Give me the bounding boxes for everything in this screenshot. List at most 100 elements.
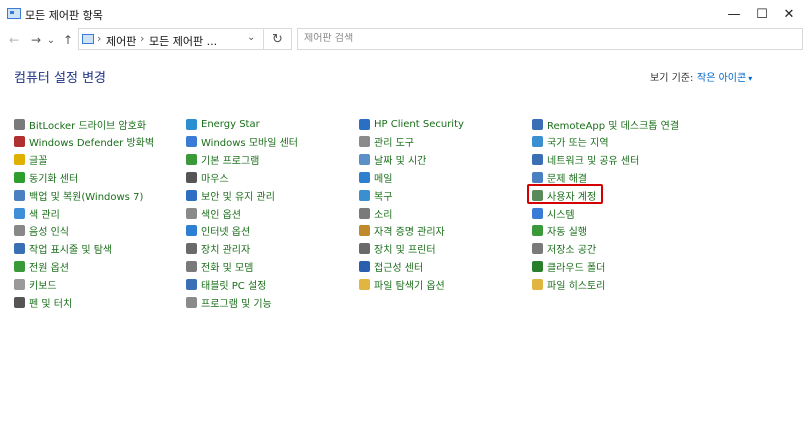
view-by-dropdown[interactable]: 작은 아이콘 ▾ xyxy=(697,69,752,84)
control-panel-item-label: 장치 및 프린터 xyxy=(374,245,436,257)
control-panel-item-label: 색인 옵션 xyxy=(201,209,241,221)
control-panel-item[interactable]: 네트워크 및 공유 센터 xyxy=(532,152,639,168)
control-panel-item[interactable]: 전화 및 모뎀 xyxy=(186,258,253,274)
power-options-icon xyxy=(14,260,25,272)
date-time-icon xyxy=(359,154,370,166)
control-panel-item[interactable]: 클라우드 폴더 xyxy=(532,258,605,274)
mobility-center-icon xyxy=(186,136,197,148)
control-panel-item[interactable]: 색인 옵션 xyxy=(186,205,241,221)
control-panel-item-label: 전원 옵션 xyxy=(29,262,69,274)
control-panel-item-label: 백업 및 복원(Windows 7) xyxy=(29,191,144,203)
view-by-value: 작은 아이콘 xyxy=(697,73,747,84)
control-panel-item[interactable]: 키보드 xyxy=(14,276,57,292)
sound-icon xyxy=(359,207,370,219)
control-panel-item-label: 접근성 센터 xyxy=(374,262,424,274)
control-panel-item[interactable]: 접근성 센터 xyxy=(359,258,423,274)
control-panel-item-label: 네트워크 및 공유 센터 xyxy=(547,156,640,168)
control-panel-item[interactable]: 시스템 xyxy=(532,205,575,221)
taskbar-icon xyxy=(14,243,25,255)
control-panel-item[interactable]: Windows 모바일 센터 xyxy=(186,134,298,150)
up-arrow-icon: ↑ xyxy=(62,33,74,47)
control-panel-item[interactable]: 장치 관리자 xyxy=(186,241,250,257)
close-button[interactable]: ✕ xyxy=(775,0,803,28)
back-button[interactable]: ← xyxy=(4,31,24,49)
control-panel-item[interactable]: 복구 xyxy=(359,187,392,203)
pen-touch-icon xyxy=(14,296,25,308)
control-panel-item[interactable]: 전원 옵션 xyxy=(14,258,69,274)
control-panel-item[interactable]: 작업 표시줄 및 탐색 xyxy=(14,241,112,257)
control-panel-item[interactable]: 자격 증명 관리자 xyxy=(359,223,445,239)
control-panel-item-label: 기본 프로그램 xyxy=(201,156,260,168)
search-box[interactable] xyxy=(297,28,803,50)
control-panel-item[interactable]: 음성 인식 xyxy=(14,223,69,239)
address-dropdown-icon[interactable]: ⌄ xyxy=(247,32,255,43)
control-panel-item[interactable]: 관리 도구 xyxy=(359,134,414,150)
address-bar: ← → ⌄ ↑ › 제어판 › 모든 제어판 ... ⌄ ↻ xyxy=(0,28,803,52)
control-panel-item[interactable]: Windows Defender 방화벽 xyxy=(14,134,154,150)
control-panel-item[interactable]: 파일 탐색기 옵션 xyxy=(359,276,445,292)
address-box[interactable]: › 제어판 › 모든 제어판 ... ⌄ xyxy=(78,28,264,50)
firewall-icon xyxy=(14,136,25,148)
ease-of-access-icon xyxy=(359,260,370,272)
control-panel-item-label: 메일 xyxy=(374,173,393,185)
control-panel-item-label: 클라우드 폴더 xyxy=(547,262,606,274)
control-panel-item[interactable]: 기본 프로그램 xyxy=(186,152,259,168)
search-input[interactable] xyxy=(304,33,784,44)
control-panel-item[interactable]: 장치 및 프린터 xyxy=(359,241,436,257)
control-panel-item-label: 파일 히스토리 xyxy=(547,280,606,292)
mail-icon xyxy=(359,171,370,183)
control-panel-item-label: 관리 도구 xyxy=(374,138,414,150)
troubleshooting-icon xyxy=(532,171,543,183)
control-panel-item[interactable]: 글꼴 xyxy=(14,152,47,168)
backup-icon xyxy=(14,189,25,201)
up-button[interactable]: ↑ xyxy=(58,31,78,49)
control-panel-item-label: 장치 관리자 xyxy=(201,245,251,257)
control-panel-item[interactable]: 마우스 xyxy=(186,169,229,185)
control-panel-item-label: 시스템 xyxy=(547,209,575,221)
control-panel-item-label: 복구 xyxy=(374,191,393,203)
control-panel-item-label: 사용자 계정 xyxy=(547,191,597,203)
control-panel-item[interactable]: 펜 및 터치 xyxy=(14,294,72,310)
control-panel-item[interactable]: 저장소 공간 xyxy=(532,241,596,257)
control-panel-item[interactable]: 파일 히스토리 xyxy=(532,276,605,292)
control-panel-item[interactable]: 메일 xyxy=(359,169,392,185)
control-panel-item[interactable]: 자동 실행 xyxy=(532,223,587,239)
recovery-icon xyxy=(359,189,370,201)
control-panel-item[interactable]: 문제 해결 xyxy=(532,169,587,185)
control-panel-item[interactable]: 소리 xyxy=(359,205,392,221)
control-panel-item[interactable]: 동기화 센터 xyxy=(14,169,78,185)
work-folders-icon xyxy=(532,260,543,272)
user-accounts-icon xyxy=(532,189,543,201)
control-panel-item[interactable]: 프로그램 및 기능 xyxy=(186,294,272,310)
control-panel-item[interactable]: Energy Star xyxy=(186,116,260,132)
control-panel-item[interactable]: BitLocker 드라이브 암호화 xyxy=(14,116,146,132)
indexing-options-icon xyxy=(186,207,197,219)
forward-button[interactable]: → xyxy=(26,31,46,49)
control-panel-item[interactable]: 사용자 계정 xyxy=(532,187,596,203)
breadcrumb-separator: › xyxy=(140,32,145,45)
energy-star-icon xyxy=(186,118,197,130)
control-panel-item[interactable]: 날짜 및 시간 xyxy=(359,152,426,168)
storage-spaces-icon xyxy=(532,243,543,255)
breadcrumb-control-panel[interactable]: 제어판 xyxy=(106,33,136,49)
control-panel-item[interactable]: HP Client Security xyxy=(359,116,464,132)
control-panel-item[interactable]: 태블릿 PC 설정 xyxy=(186,276,266,292)
recent-locations-button[interactable]: ⌄ xyxy=(44,31,58,49)
control-panel-item[interactable]: 보안 및 유지 관리 xyxy=(186,187,275,203)
control-panel-item-label: 인터넷 옵션 xyxy=(201,227,251,239)
control-panel-item[interactable]: 국가 또는 지역 xyxy=(532,134,609,150)
control-panel-item-label: 자동 실행 xyxy=(547,227,587,239)
refresh-button[interactable]: ↻ xyxy=(264,28,292,50)
control-panel-item-label: 국가 또는 지역 xyxy=(547,138,609,150)
security-maintenance-icon xyxy=(186,189,197,201)
speech-recognition-icon xyxy=(14,225,25,237)
control-panel-item[interactable]: 백업 및 복원(Windows 7) xyxy=(14,187,143,203)
control-panel-item[interactable]: 색 관리 xyxy=(14,205,60,221)
control-panel-item-label: 저장소 공간 xyxy=(547,245,597,257)
control-panel-item-label: RemoteApp 및 데스크톱 연결 xyxy=(547,120,680,132)
control-panel-item[interactable]: RemoteApp 및 데스크톱 연결 xyxy=(532,116,679,132)
control-panel-item[interactable]: 인터넷 옵션 xyxy=(186,223,250,239)
control-panel-item-label: 전화 및 모뎀 xyxy=(201,262,254,274)
breadcrumb-separator: › xyxy=(97,32,102,45)
breadcrumb-all-items[interactable]: 모든 제어판 ... xyxy=(149,33,217,49)
